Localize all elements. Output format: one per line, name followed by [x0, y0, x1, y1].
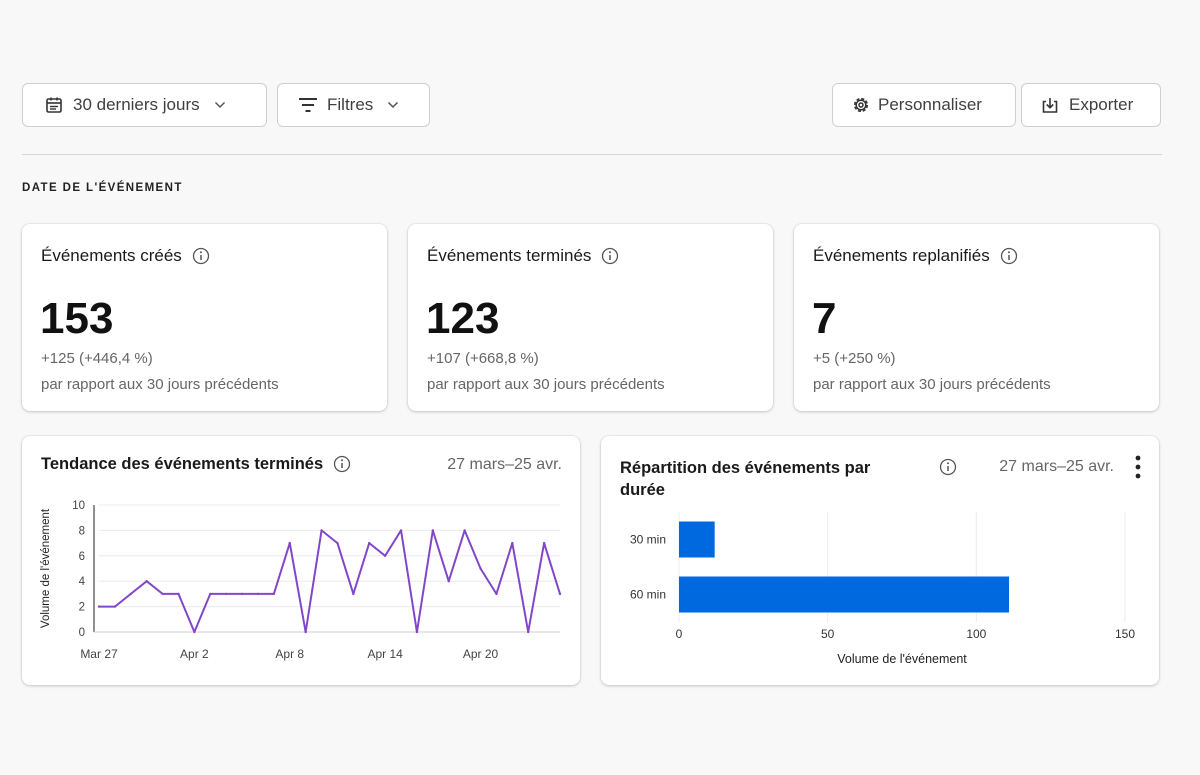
gear-icon	[850, 94, 872, 116]
data-point	[256, 592, 260, 596]
data-point	[97, 605, 101, 608]
filters-label: Filtres	[327, 95, 374, 114]
y-axis-label: Volume de l'événement	[40, 508, 52, 628]
data-point	[193, 630, 196, 634]
info-icon[interactable]	[1000, 247, 1018, 265]
export-icon	[1039, 94, 1061, 116]
data-point	[145, 580, 148, 583]
section-title: DATE DE L'ÉVÉNEMENT	[22, 182, 183, 194]
info-icon[interactable]	[939, 458, 957, 476]
chart-title-text: Tendance des événements terminés	[41, 455, 324, 473]
bar	[679, 576, 1010, 613]
kpi-title-text: Événements terminés	[427, 246, 592, 265]
info-icon[interactable]	[601, 247, 619, 265]
kpi-comparison: par rapport aux 30 jours précédents	[41, 376, 279, 393]
kpi-value: 123	[426, 294, 500, 343]
x-tick-label: Apr 14	[367, 647, 403, 661]
kpi-title-text: Événements replanifiés	[813, 246, 990, 265]
data-point	[399, 529, 403, 532]
data-point	[224, 592, 228, 596]
x-tick-label: 50	[821, 627, 835, 641]
x-tick-label: 0	[676, 627, 683, 641]
y-tick-label: 8	[79, 525, 85, 537]
data-point	[431, 529, 435, 532]
data-point	[463, 529, 466, 532]
data-point	[177, 592, 180, 596]
data-point	[240, 592, 244, 596]
divider	[22, 154, 1162, 155]
filters-button[interactable]: Filtres	[277, 83, 430, 127]
date-range-button[interactable]: 30 derniers jours	[22, 83, 267, 127]
chart-date-range: 27 mars–25 avr.	[999, 458, 1114, 475]
y-tick-label: 2	[79, 602, 85, 614]
data-point	[161, 592, 164, 596]
calendar-icon	[43, 94, 65, 116]
data-point	[479, 567, 482, 570]
customize-label: Personnaliser	[878, 95, 982, 114]
x-tick-label: Apr 2	[180, 647, 209, 661]
x-tick-label: Mar 27	[80, 647, 118, 661]
y-tick-label: 4	[79, 576, 86, 588]
kpi-delta: +125 (+446,4 %)	[41, 350, 153, 367]
filter-icon	[297, 94, 319, 116]
chart-title: Répartition des événements par durée	[620, 459, 871, 499]
data-point	[383, 554, 387, 557]
x-tick-label: Apr 8	[275, 647, 304, 661]
data-point	[336, 541, 339, 545]
bar	[679, 521, 715, 558]
data-point	[527, 630, 530, 634]
data-point	[288, 541, 291, 545]
chevron-down-icon	[387, 101, 399, 109]
info-icon[interactable]	[192, 247, 210, 265]
data-point	[558, 592, 562, 596]
kpi-card-created: Événements créés 153 +125 (+446,4 %) par…	[22, 224, 387, 411]
data-point	[495, 592, 498, 596]
duration-chart-card: 0 50 100 150 30 min 60 min Volume de l'événeme…	[601, 436, 1159, 685]
kpi-title: Événements replanifiés	[813, 246, 1018, 266]
info-icon[interactable]	[333, 455, 351, 473]
date-range-label: 30 derniers jours	[73, 95, 200, 114]
data-point	[511, 541, 514, 545]
data-point	[113, 605, 117, 608]
chart-title: Tendance des événements terminés	[41, 453, 351, 475]
kpi-card-completed: Événements terminés 123 +107 (+668,8 %) …	[408, 224, 773, 411]
kpi-value: 7	[812, 294, 837, 343]
customize-button[interactable]: Personnaliser	[832, 83, 1016, 127]
data-point	[542, 541, 546, 545]
y-tick-label: 60 min	[630, 588, 666, 602]
data-point	[368, 541, 371, 545]
y-tick-label: 10	[72, 500, 85, 512]
kpi-value: 153	[40, 294, 114, 343]
data-point	[415, 630, 419, 634]
export-label: Exporter	[1069, 95, 1134, 114]
y-tick-label: 6	[79, 551, 85, 563]
data-point	[447, 580, 450, 583]
chevron-down-icon	[214, 101, 226, 109]
data-point	[209, 592, 212, 596]
y-tick-label: 0	[79, 627, 85, 639]
data-point	[304, 630, 307, 634]
data-point	[352, 592, 355, 596]
y-tick-label: 30 min	[630, 533, 666, 547]
kpi-card-rescheduled: Événements replanifiés 7 +5 (+250 %) par…	[794, 224, 1159, 411]
x-tick-label: 100	[966, 627, 986, 641]
x-axis-label: Volume de l'événement	[837, 652, 967, 666]
toolbar: 30 derniers jours Filtres Personnaliser …	[22, 83, 1161, 129]
x-tick-label: 150	[1115, 627, 1135, 641]
data-point	[129, 592, 132, 596]
chart-date-range: 27 mars–25 avr.	[447, 456, 562, 473]
trend-chart-card: 0 2 4 6 8 10 Mar 27 Apr 2 Apr 8 Apr 14 Apr 20 Volum…	[22, 436, 580, 685]
kpi-delta: +5 (+250 %)	[813, 350, 896, 367]
export-button[interactable]: Exporter	[1021, 83, 1161, 127]
kpi-delta: +107 (+668,8 %)	[427, 350, 539, 367]
kpi-comparison: par rapport aux 30 jours précédents	[813, 376, 1051, 393]
x-tick-label: Apr 20	[463, 647, 499, 661]
data-point	[272, 592, 276, 596]
more-vertical-icon[interactable]	[1135, 454, 1141, 485]
data-point	[320, 529, 323, 532]
kpi-comparison: par rapport aux 30 jours précédents	[427, 376, 665, 393]
kpi-title-text: Événements créés	[41, 246, 182, 265]
kpi-title: Événements terminés	[427, 246, 619, 266]
kpi-title: Événements créés	[41, 246, 210, 266]
